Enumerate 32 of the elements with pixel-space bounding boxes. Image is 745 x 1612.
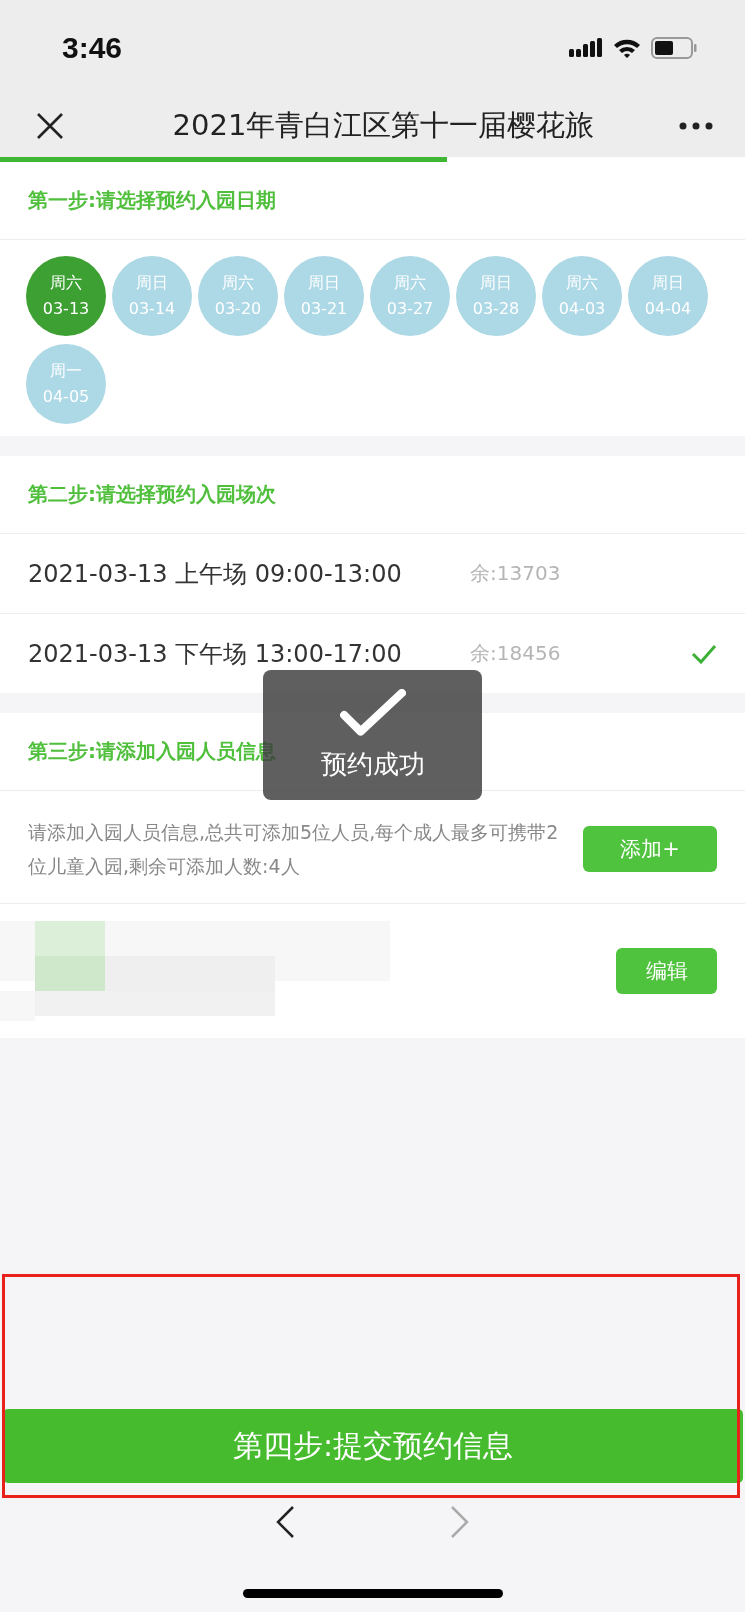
session-option[interactable]: 2021-03-13 下午场 13:00-17:00 余:18456	[0, 614, 745, 693]
date-option[interactable]: 周六 04-03	[542, 256, 622, 336]
session-label: 2021-03-13 下午场 13:00-17:00	[28, 638, 403, 670]
date-option[interactable]: 周六 03-27	[370, 256, 450, 336]
session-option[interactable]: 2021-03-13 上午场 09:00-13:00 余:13703	[0, 534, 745, 614]
session-label: 2021-03-13 上午场 09:00-13:00	[28, 558, 403, 590]
remaining-count: 余:13703	[470, 560, 562, 587]
step-heading: 第一步:请选择预约入园日期	[28, 187, 276, 214]
close-icon[interactable]	[36, 112, 64, 140]
remaining-count: 余:18456	[470, 640, 562, 667]
wifi-icon	[613, 37, 641, 58]
date-option[interactable]: 周六 03-13	[26, 256, 106, 336]
check-icon	[339, 688, 406, 737]
date-option[interactable]: 周日 03-28	[456, 256, 536, 336]
battery-icon	[651, 35, 697, 60]
edit-button[interactable]: 编辑	[616, 948, 717, 994]
step-heading: 第二步:请选择预约入园场次	[28, 481, 276, 508]
date-option[interactable]: 周一 04-05	[26, 344, 106, 424]
add-button[interactable]: 添加+	[583, 826, 717, 872]
date-option[interactable]: 周日 04-04	[628, 256, 708, 336]
toast-message: 预约成功	[320, 747, 425, 781]
date-option[interactable]: 周六 03-20	[198, 256, 278, 336]
more-icon[interactable]	[679, 122, 713, 130]
submit-button[interactable]: 第四步:提交预约信息	[3, 1409, 743, 1483]
signal-icon	[569, 37, 603, 58]
status-time: 3:46	[62, 30, 123, 65]
page-title: 2021年青白江区第十一届樱花旅	[171, 107, 596, 144]
info-text: 请添加入园人员信息,总共可添加5位人员,每个成人最多可携带2位儿童入园,剩余可添加人数:4人	[28, 820, 560, 879]
date-option[interactable]: 周日 03-21	[284, 256, 364, 336]
date-option[interactable]: 周日 03-14	[112, 256, 192, 336]
back-icon[interactable]	[275, 1505, 295, 1539]
check-icon	[691, 643, 717, 664]
